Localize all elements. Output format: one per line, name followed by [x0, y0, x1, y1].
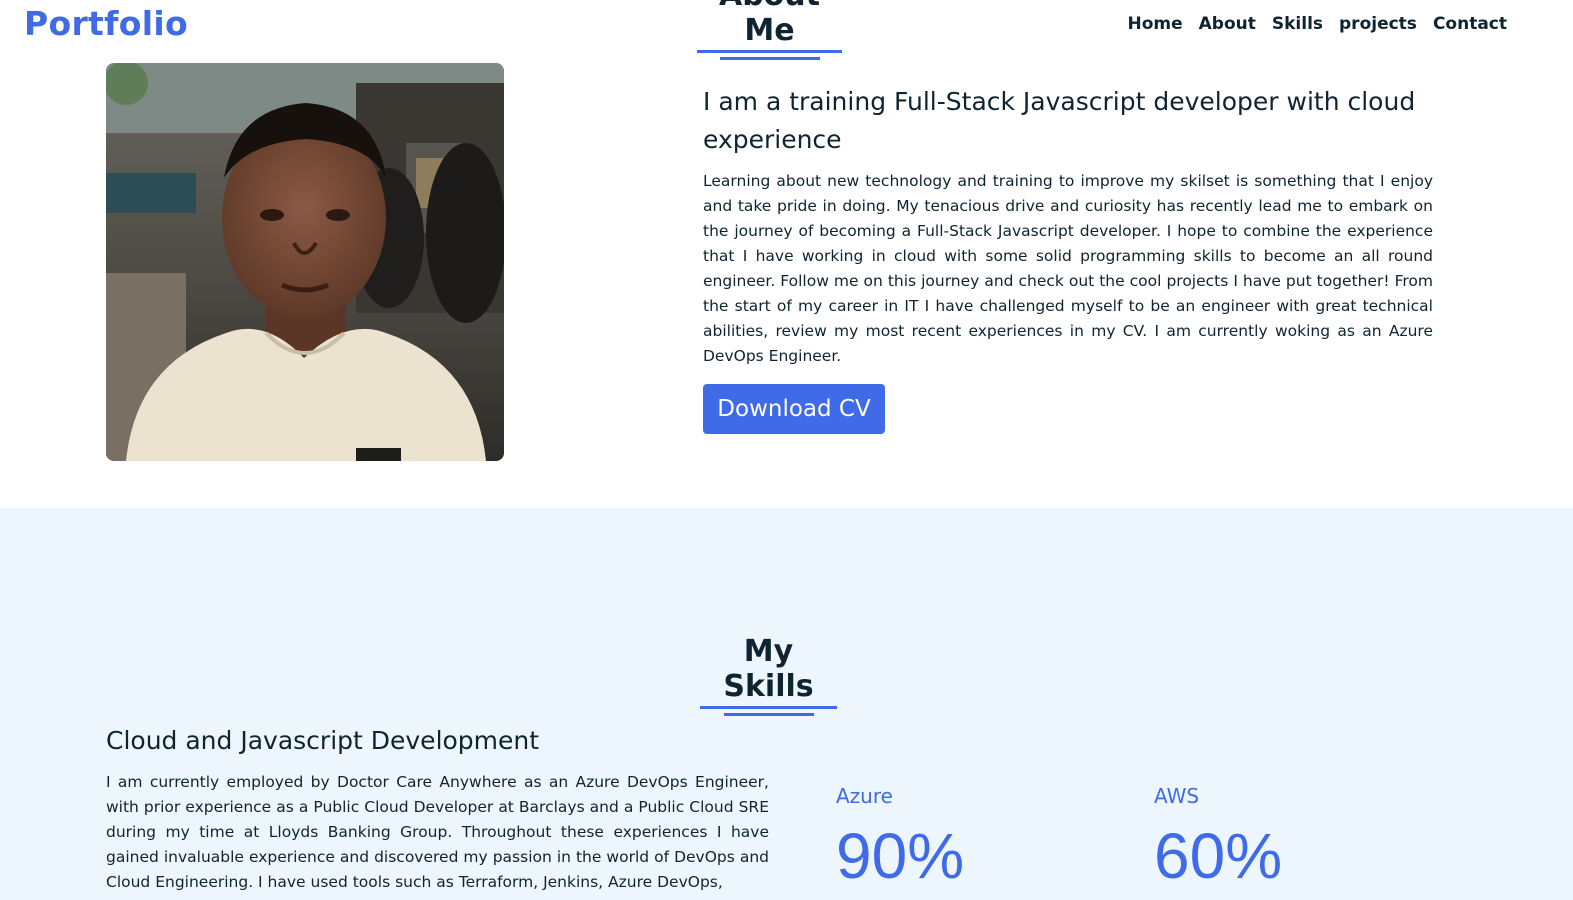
skills-heading-underline [723, 713, 814, 716]
nav-link-home[interactable]: Home [1127, 14, 1182, 34]
nav-link-skills[interactable]: Skills [1272, 14, 1323, 34]
nav-link-about[interactable]: About [1199, 14, 1256, 34]
skill-percent: 90% [836, 820, 965, 892]
nav-links: Home About Skills projects Contact [1127, 14, 1507, 34]
about-title: I am a training Full-Stack Javascript de… [703, 87, 1416, 154]
skill-percent: 60% [1154, 820, 1283, 892]
skills-heading-wrap: My Skills [700, 634, 837, 716]
skill-name: Azure [836, 784, 893, 808]
navbar: Portfolio Home About Skills projects Con… [0, 0, 1573, 50]
skills-paragraph: I am currently employed by Doctor Care A… [106, 773, 769, 891]
skills-subheading: Cloud and Javascript Development [106, 726, 540, 755]
skill-name: AWS [1154, 784, 1200, 808]
skill-card-aws: AWS 60% [1154, 784, 1282, 888]
nav-link-contact[interactable]: Contact [1433, 14, 1507, 34]
about-paragraph: Learning about new technology and traini… [703, 172, 1433, 365]
about-heading-underline [719, 57, 820, 60]
logo[interactable]: Portfolio [24, 4, 188, 43]
profile-photo-image [106, 63, 504, 461]
skills-heading: My Skills [700, 634, 837, 709]
skill-card-azure: Azure 90% [836, 784, 964, 888]
download-cv-button[interactable]: Download CV [703, 384, 885, 434]
skills-section: My Skills Cloud and Javascript Developme… [0, 508, 1573, 900]
profile-photo [106, 63, 504, 461]
nav-link-projects[interactable]: projects [1339, 14, 1417, 34]
